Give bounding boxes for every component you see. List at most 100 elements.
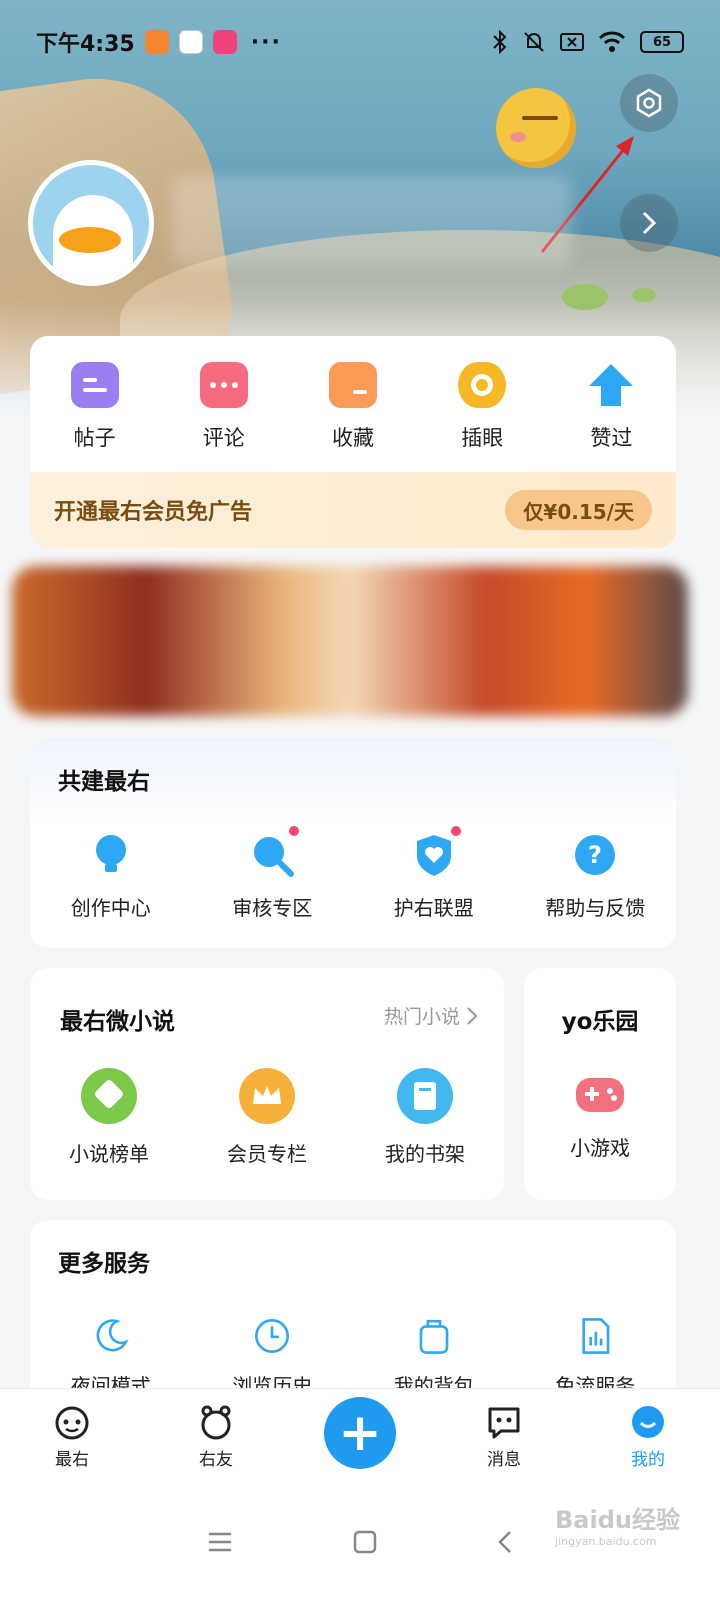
- hot-novel-label: 热门小说: [383, 1006, 460, 1028]
- promo-banner[interactable]: [12, 566, 688, 716]
- creator-center-item[interactable]: 创作中心: [30, 832, 192, 921]
- tab-messages[interactable]: 消息: [432, 1403, 576, 1470]
- quick-item-label: 评论: [202, 426, 245, 450]
- tab-create[interactable]: +: [288, 1396, 432, 1469]
- crown-icon: [239, 1068, 295, 1124]
- status-bar: 下午4:35 ··· 65: [0, 22, 720, 62]
- quick-item-favorites[interactable]: 收藏: [288, 362, 417, 472]
- chevron-right-icon: [467, 1006, 478, 1025]
- service-label: 帮助与反馈: [545, 896, 646, 920]
- service-label: 创作中心: [70, 896, 151, 920]
- vip-price-button[interactable]: 仅¥0.15/天: [505, 490, 652, 530]
- tab-me[interactable]: 我的: [576, 1403, 720, 1470]
- search-icon: [254, 837, 295, 877]
- quick-item-label: 帖子: [73, 426, 116, 450]
- posts-icon: [70, 362, 119, 408]
- username-blurred[interactable]: [172, 176, 572, 266]
- tab-label: 最右: [55, 1450, 89, 1470]
- vip-promo-banner[interactable]: 开通最右会员免广告 仅¥0.15/天: [30, 472, 676, 548]
- my-bookshelf-item[interactable]: 我的书架: [346, 1068, 504, 1167]
- quick-item-comments[interactable]: 评论: [159, 362, 288, 472]
- tab-label: 我的: [631, 1450, 665, 1470]
- quick-item-liked[interactable]: 赞过: [547, 362, 676, 472]
- my-backpack-item[interactable]: 我的背包: [353, 1316, 515, 1399]
- quick-item-eye[interactable]: 插眼: [418, 362, 547, 472]
- settings-button[interactable]: [620, 74, 678, 132]
- more-services-card: 更多服务 夜间模式 浏览历史 我的背包 免流服务: [30, 1220, 676, 1410]
- help-feedback-item[interactable]: ? 帮助与反馈: [515, 832, 677, 921]
- cobuild-title: 共建最右: [58, 769, 150, 795]
- mute-icon: [524, 32, 544, 52]
- service-label: 小游戏: [570, 1136, 630, 1160]
- fish-decoration: [632, 288, 656, 302]
- quick-item-label: 收藏: [332, 426, 374, 450]
- create-post-button[interactable]: +: [324, 1396, 396, 1469]
- free-data-item[interactable]: 免流服务: [515, 1316, 677, 1399]
- quick-item-label: 赞过: [590, 426, 633, 450]
- gamepad-icon: [576, 1078, 624, 1112]
- no-sim-icon: [560, 33, 584, 51]
- book-icon: [397, 1068, 453, 1124]
- chevron-right-icon: [642, 211, 657, 235]
- tab-home[interactable]: 最右: [0, 1403, 144, 1470]
- settings-hexagon-icon: [636, 88, 662, 118]
- profile-face-icon: [632, 1406, 664, 1438]
- shield-heart-icon: [416, 835, 451, 876]
- yo-paradise-card: yo乐园 小游戏: [524, 968, 676, 1200]
- fish-decoration: [562, 284, 608, 310]
- svg-text:?: ?: [588, 841, 602, 869]
- baidu-notification-icon: [178, 30, 203, 54]
- friends-icon: [201, 1405, 231, 1440]
- home-face-icon: [55, 1406, 89, 1440]
- lightbulb-icon: [95, 835, 126, 872]
- avatar[interactable]: [28, 160, 154, 286]
- cobuild-card: 共建最右 创作中心 审核专区 护右联盟 ? 帮助与反馈: [30, 738, 676, 948]
- notification-dot: [450, 826, 461, 836]
- novel-title: 最右微小说: [60, 1009, 175, 1035]
- bottom-tab-bar: 最右 右友 + 消息 我的: [0, 1388, 720, 1484]
- guard-alliance-item[interactable]: 护右联盟: [353, 826, 515, 921]
- backpack-icon: [419, 1319, 449, 1354]
- moon-icon: [96, 1319, 129, 1352]
- tab-label: 消息: [487, 1450, 521, 1470]
- browse-history-item[interactable]: 浏览历史: [192, 1316, 354, 1399]
- vip-promo-text: 开通最右会员免广告: [54, 500, 253, 525]
- badge-icon: [81, 1068, 137, 1124]
- yo-title: yo乐园: [561, 1009, 639, 1035]
- novel-ranking-item[interactable]: 小说榜单: [30, 1068, 188, 1167]
- notification-dot: [289, 826, 300, 836]
- status-time: 下午4:35: [36, 32, 135, 57]
- help-icon: ?: [575, 835, 616, 875]
- novel-card: 最右微小说 热门小说 小说榜单 会员专栏 我的书架: [30, 968, 504, 1200]
- comments-icon: [199, 362, 248, 408]
- music-notification-icon: [212, 30, 237, 54]
- plus-icon: +: [338, 1402, 382, 1463]
- watermark-url: jingyan.baidu.com: [555, 1535, 657, 1548]
- tab-label: 右友: [199, 1450, 233, 1470]
- profile-detail-button[interactable]: [620, 194, 678, 252]
- more-services-title: 更多服务: [58, 1251, 150, 1277]
- quick-item-posts[interactable]: 帖子: [30, 362, 159, 472]
- thumbs-up-arrow-icon: [589, 364, 634, 406]
- vip-column-item[interactable]: 会员专栏: [188, 1068, 346, 1167]
- bluetooth-icon: [493, 30, 507, 54]
- quick-actions-card: 帖子 评论 收藏 插眼 赞过 开通最右会员免广告 仅¥0.15/天: [30, 336, 676, 548]
- review-zone-item[interactable]: 审核专区: [192, 826, 354, 921]
- baidu-watermark: Baidu经验 jingyan.baidu.com: [555, 1500, 680, 1548]
- battery-indicator: 65: [640, 31, 684, 53]
- service-label: 小说榜单: [69, 1142, 149, 1166]
- wifi-icon: [598, 31, 626, 52]
- folder-icon: [329, 362, 377, 408]
- home-square-icon[interactable]: [353, 1530, 377, 1554]
- service-label: 我的书架: [385, 1142, 465, 1166]
- message-icon: [488, 1407, 520, 1439]
- menu-icon[interactable]: [207, 1531, 233, 1553]
- back-icon[interactable]: [497, 1529, 513, 1555]
- hot-novel-link[interactable]: 热门小说: [384, 1002, 478, 1029]
- mini-games-item[interactable]: 小游戏: [524, 1072, 676, 1161]
- more-notifications-icon: ···: [250, 29, 282, 55]
- tab-friends[interactable]: 右友: [144, 1403, 288, 1470]
- app-notification-icon: [144, 30, 169, 54]
- night-mode-item[interactable]: 夜间模式: [30, 1316, 192, 1399]
- clock-icon: [255, 1319, 290, 1353]
